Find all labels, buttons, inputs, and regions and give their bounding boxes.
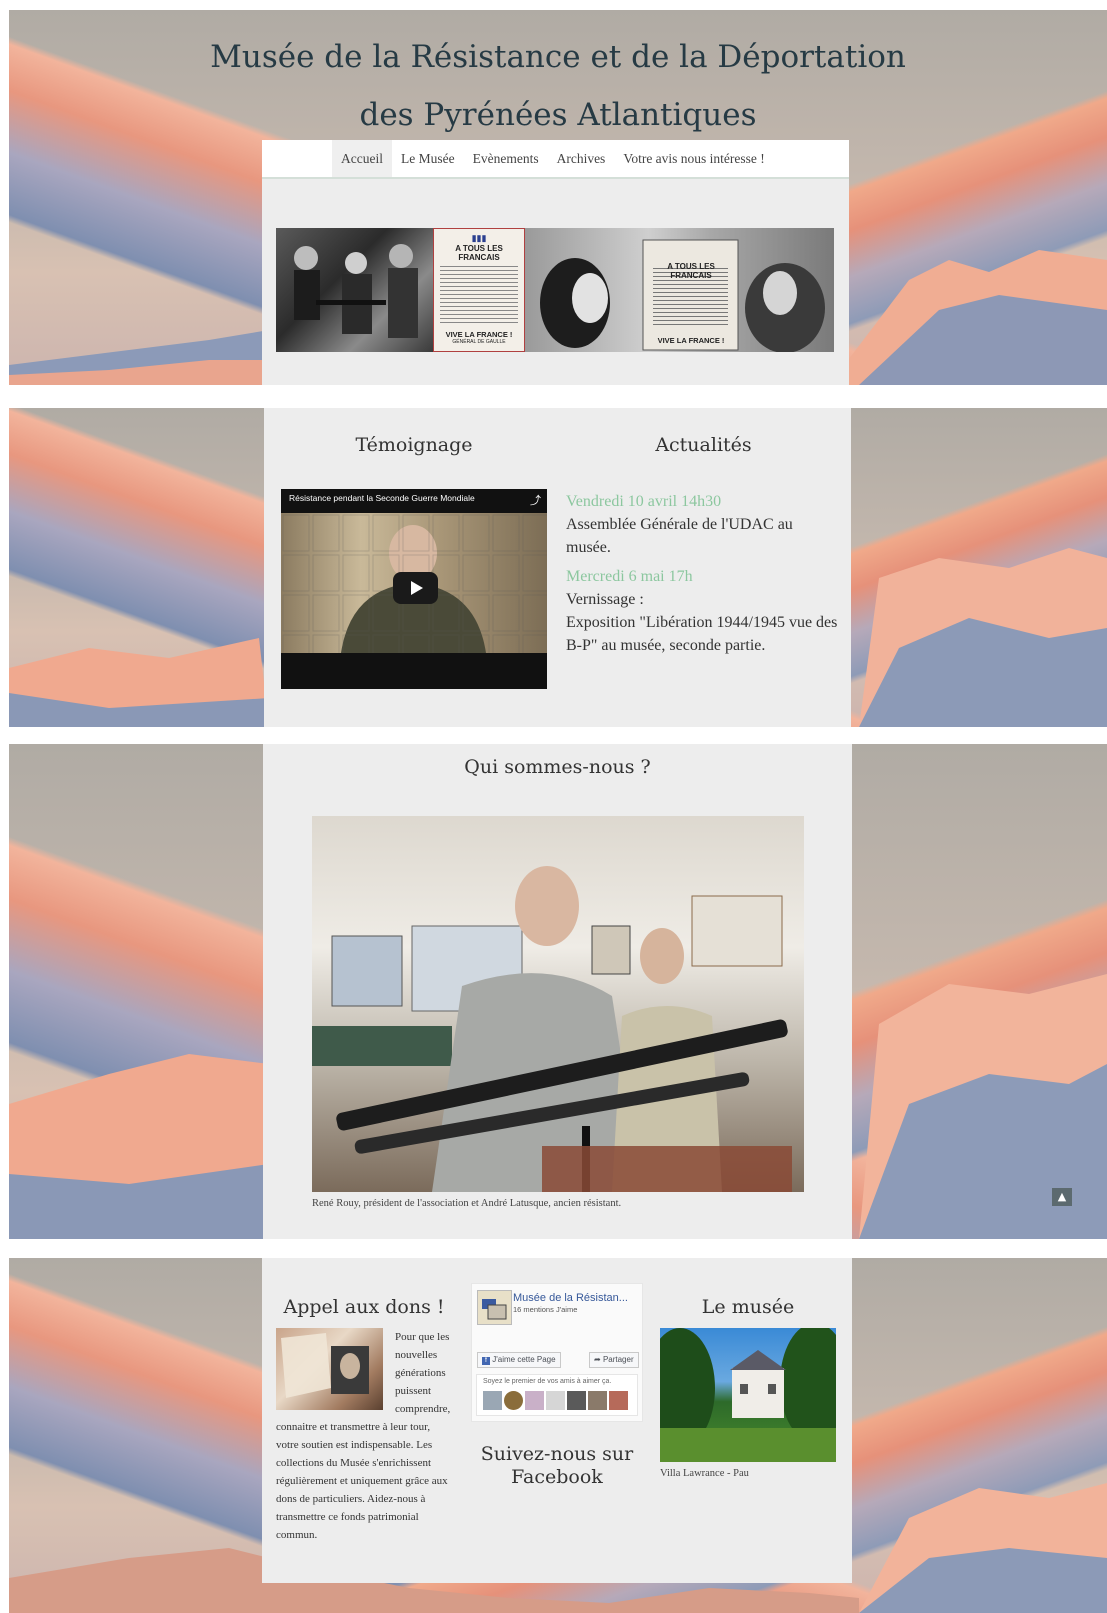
video-player[interactable]: Résistance pendant la Seconde Guerre Mon…	[281, 489, 547, 689]
museum-interior-scene	[312, 866, 792, 1192]
banner-poster: ▮▮▮ A TOUS LES FRANCAIS VIVE LA FRANCE !…	[433, 228, 525, 352]
main-nav: Accueil Le Musée Evènements Archives Vot…	[262, 140, 849, 179]
nav-item-evenements[interactable]: Evènements	[464, 140, 548, 177]
about-caption: René Rouy, président de l'association et…	[312, 1198, 622, 1209]
site-title: Musée de la Résistance et de la Déportat…	[9, 28, 1107, 144]
dons-heading: Appel aux dons !	[283, 1296, 445, 1318]
musee-heading: Le musée	[701, 1296, 795, 1318]
avatar[interactable]	[588, 1391, 607, 1410]
flag-icon: ▮▮▮	[471, 233, 487, 243]
nav-item-votre-avis[interactable]: Votre avis nous intéresse !	[614, 140, 773, 177]
banner-collage: ▮▮▮ A TOUS LES FRANCAIS VIVE LA FRANCE !…	[276, 228, 834, 352]
facebook-share-button[interactable]: ➦ Partager	[589, 1352, 639, 1368]
news-list: Vendredi 10 avril 14h30 Assemblée Généra…	[566, 490, 841, 663]
poster-hanging-scene	[540, 239, 825, 352]
facebook-like-button[interactable]: f J'aime cette Page	[477, 1352, 561, 1368]
site-title-line1: Musée de la Résistance et de la Déportat…	[210, 39, 906, 75]
facebook-heading: Suivez-nous sur Facebook	[480, 1443, 634, 1488]
banner-photo-resistants	[276, 228, 433, 352]
avatar[interactable]	[483, 1391, 502, 1410]
avatar[interactable]	[525, 1391, 544, 1410]
news-text: Vernissage :	[566, 591, 644, 608]
play-icon[interactable]	[393, 572, 438, 604]
poster-footer: VIVE LA FRANCE !	[445, 330, 513, 339]
poster-footer-2: VIVE LA FRANCE !	[657, 336, 725, 345]
avatar[interactable]	[609, 1391, 628, 1410]
facebook-like-label: J'aime cette Page	[492, 1355, 556, 1364]
site-title-line2: des Pyrénées Atlantiques	[359, 97, 757, 133]
about-photo	[312, 816, 804, 1192]
poster-heading: A TOUS LES FRANCAIS	[455, 244, 503, 262]
about-heading: Qui sommes-nous ?	[464, 756, 651, 778]
facebook-friends-text: Soyez le premier de vos amis à aimer ça.	[483, 1378, 612, 1385]
facebook-f-icon: f	[482, 1357, 490, 1365]
avatar[interactable]	[567, 1391, 586, 1410]
news-date: Vendredi 10 avril 14h30	[566, 493, 722, 510]
nav-item-le-musee[interactable]: Le Musée	[392, 140, 464, 177]
poster-text	[440, 266, 518, 326]
temoignage-heading: Témoignage	[355, 434, 473, 456]
facebook-likes: 16 mentions J'aime	[513, 1305, 578, 1314]
chevron-up-icon[interactable]: ▲	[1052, 1188, 1072, 1206]
nav-item-accueil[interactable]: Accueil	[332, 140, 392, 177]
dons-block: Pour que les nouvelles générations puiss…	[276, 1328, 452, 1544]
facebook-widget: Musée de la Résistan... 16 mentions J'ai…	[471, 1283, 643, 1422]
avatar[interactable]	[504, 1391, 523, 1410]
facebook-page-thumbnail[interactable]	[477, 1290, 512, 1325]
poster-heading-2: A TOUS LES FRANCAIS	[667, 262, 715, 280]
share-arrow-icon: ➦	[594, 1355, 601, 1364]
facebook-page-name[interactable]: Musée de la Résistan...	[513, 1292, 628, 1304]
facebook-share-label: Partager	[602, 1355, 634, 1364]
dons-photo	[276, 1328, 383, 1410]
news-text: Assemblée Générale de l'UDAC au musée.	[566, 516, 793, 556]
news-text-detail: Exposition "Libération 1944/1945 vue des…	[566, 614, 838, 654]
villa-scene	[660, 1328, 836, 1462]
facebook-friends-avatars	[483, 1391, 628, 1410]
share-icon[interactable]: ⤴	[530, 492, 541, 508]
video-title: Résistance pendant la Seconde Guerre Mon…	[289, 493, 475, 503]
musee-photo	[660, 1328, 836, 1462]
musee-caption: Villa Lawrance - Pau	[660, 1468, 749, 1479]
resistants-figures	[294, 244, 418, 338]
nav-item-archives[interactable]: Archives	[548, 140, 615, 177]
banner-photo-poster-hanging: A TOUS LES FRANCAIS VIVE LA FRANCE !	[525, 228, 834, 352]
facebook-friends-box: Soyez le premier de vos amis à aimer ça.	[476, 1374, 638, 1416]
avatar[interactable]	[546, 1391, 565, 1410]
news-date: Mercredi 6 mai 17h	[566, 568, 693, 585]
actualites-heading: Actualités	[655, 434, 752, 456]
poster-signature: GÉNÉRAL DE GAULLE	[452, 339, 506, 345]
